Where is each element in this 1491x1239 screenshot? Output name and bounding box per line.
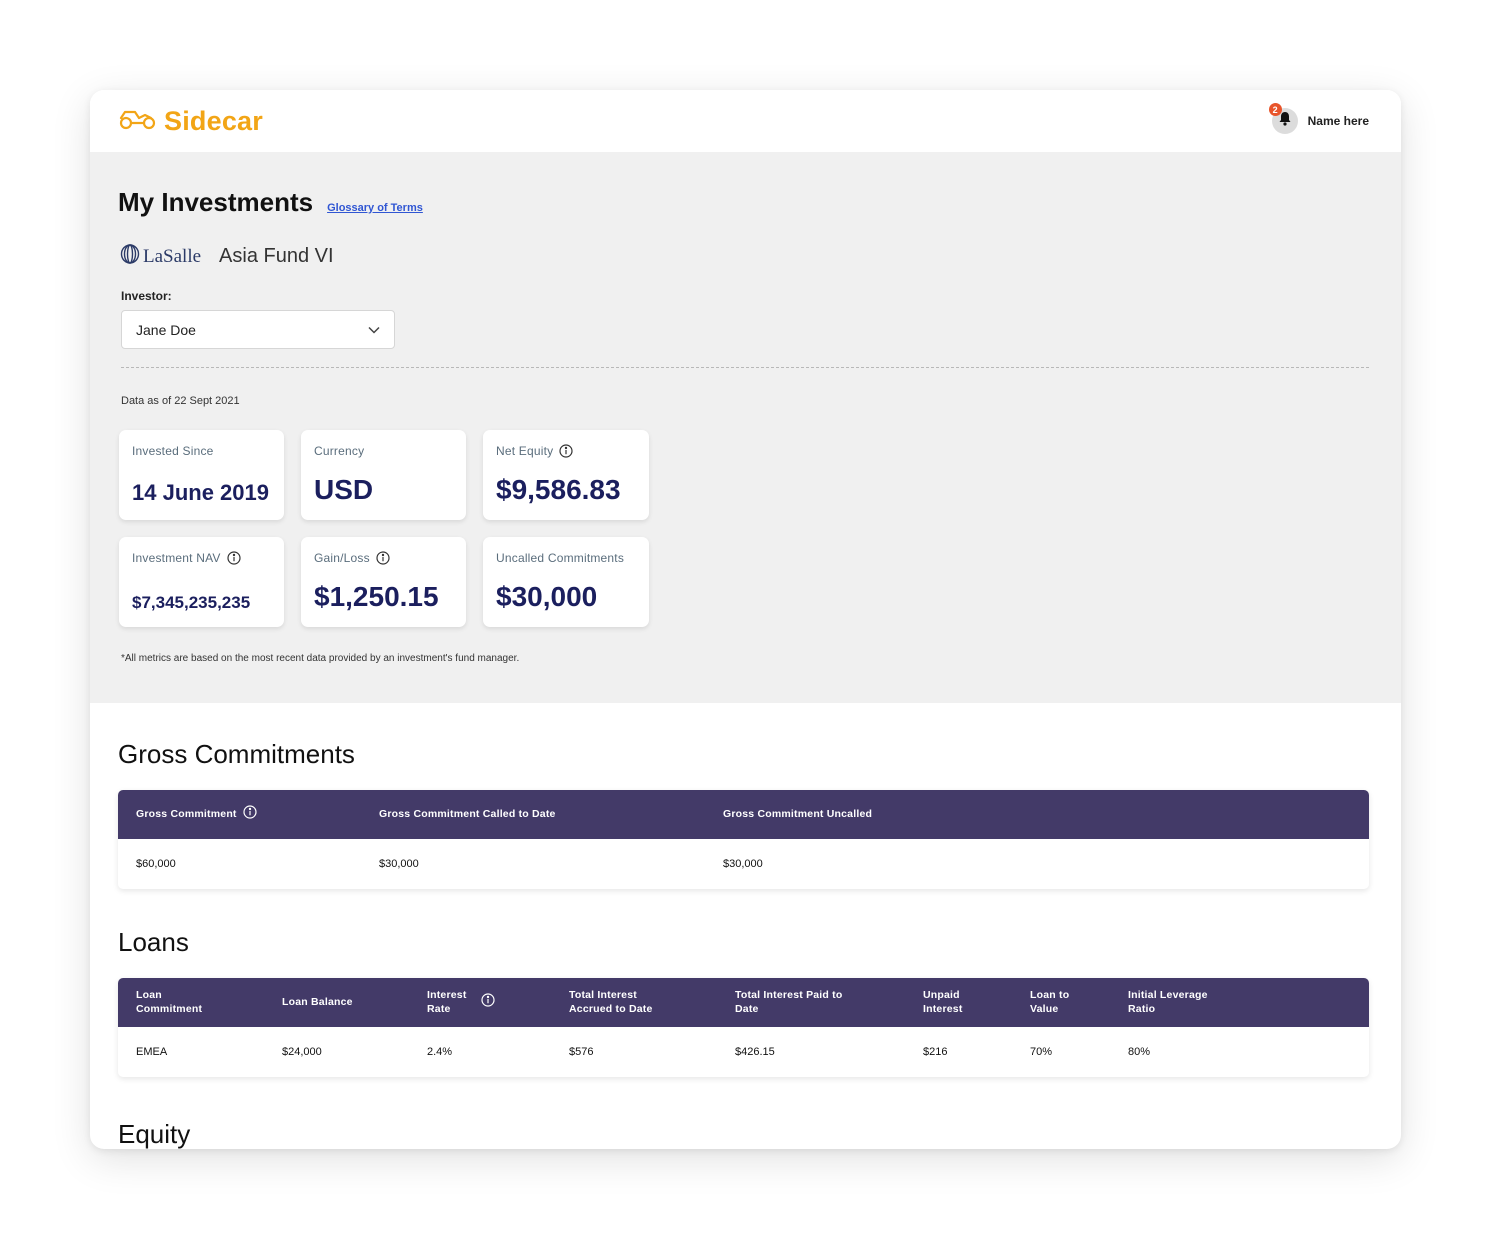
overview-section: My Investments Glossary of Terms LaSalle… — [90, 152, 1401, 703]
glossary-link[interactable]: Glossary of Terms — [327, 202, 423, 214]
fund-name: Asia Fund VI — [219, 245, 334, 267]
table-cell: $576 — [569, 1046, 594, 1058]
table-cell: $30,000 — [379, 858, 419, 870]
investor-selected-value: Jane Doe — [136, 321, 196, 338]
table-cell: 2.4% — [427, 1046, 453, 1058]
brand-logo[interactable]: Sidecar — [118, 106, 263, 137]
metric-value: $9,586.83 — [496, 474, 621, 505]
metric-value: $7,345,235,235 — [132, 593, 251, 612]
info-icon[interactable] — [243, 805, 257, 823]
details-section: Gross Commitments Gross Commitment Gross… — [90, 703, 1401, 1149]
loans-table: Loan Commitment Loan Balance Interest Ra… — [118, 978, 1369, 1077]
app-window: Sidecar 2 Name here My Investments Gloss… — [90, 90, 1401, 1149]
column-header: Total Interest Accrued to Date — [569, 989, 653, 1015]
gross-commitments-table: Gross Commitment Gross Commitment Called… — [118, 790, 1369, 889]
notification-badge: 2 — [1268, 103, 1282, 116]
metrics-footnote: *All metrics are based on the most recen… — [121, 653, 520, 664]
metric-label: Invested Since — [132, 444, 214, 458]
table-cell: 70% — [1030, 1046, 1053, 1058]
column-header: Loan Balance — [282, 995, 353, 1008]
chevron-down-icon — [368, 321, 380, 339]
notifications-button[interactable]: 2 — [1268, 103, 1298, 134]
metric-label: Uncalled Commitments — [496, 551, 625, 565]
metric-cards: Invested Since 14 June 2019 Currency USD… — [119, 430, 1369, 627]
column-header: Total Interest Paid to Date — [735, 989, 843, 1015]
table-cell: $30,000 — [723, 858, 763, 870]
section-divider — [121, 367, 1369, 368]
info-icon[interactable] — [376, 551, 390, 565]
user-menu[interactable]: 2 Name here — [1268, 103, 1369, 134]
metric-card-invested-since: Invested Since 14 June 2019 — [119, 430, 284, 520]
table-row: EMEA $24,000 2.4% $576 $426.15 $216 70% … — [118, 1027, 1369, 1077]
fund-header: LaSalle Asia Fund VI — [120, 244, 1369, 269]
metric-label: Net Equity — [496, 444, 554, 458]
table-cell: $216 — [923, 1046, 948, 1058]
table-cell: $426.15 — [735, 1046, 775, 1058]
metric-label: Currency — [314, 444, 365, 458]
metric-value: $30,000 — [496, 581, 598, 612]
info-icon[interactable] — [227, 551, 241, 565]
info-icon[interactable] — [559, 444, 573, 458]
table-row: $60,000 $30,000 $30,000 — [118, 839, 1369, 889]
column-header: Gross Commitment Uncalled — [723, 807, 873, 820]
metric-value: USD — [314, 474, 374, 505]
column-header: Loan Commitment — [136, 989, 203, 1015]
metric-card-gain-loss: Gain/Loss $1,250.15 — [301, 537, 466, 627]
gross-commitments-title: Gross Commitments — [118, 739, 355, 769]
lasalle-logo-text: LaSalle — [143, 245, 202, 267]
column-header: Interest Rate — [427, 989, 569, 1015]
investor-label: Investor: — [121, 289, 172, 303]
info-icon[interactable] — [481, 993, 495, 1011]
user-name[interactable]: Name here — [1308, 114, 1369, 128]
metric-value: 14 June 2019 — [132, 480, 269, 505]
metric-card-investment-nav: Investment NAV $7,345,235,235 — [119, 537, 284, 627]
metric-value: $1,250.15 — [314, 581, 439, 612]
investor-dropdown[interactable]: Jane Doe — [121, 310, 395, 349]
metric-card-uncalled-commitments: Uncalled Commitments $30,000 — [483, 537, 649, 627]
page-title: My Investments — [118, 187, 314, 217]
table-header: Loan Commitment Loan Balance Interest Ra… — [118, 978, 1369, 1027]
equity-title: Equity — [118, 1119, 191, 1149]
table-cell: 80% — [1128, 1046, 1151, 1058]
metric-label: Gain/Loss — [314, 551, 370, 565]
column-header: Unpaid Interest — [923, 989, 963, 1015]
metric-card-currency: Currency USD — [301, 430, 466, 520]
brand-name: Sidecar — [164, 105, 263, 136]
loans-title: Loans — [118, 927, 189, 957]
metric-card-net-equity: Net Equity $9,586.83 — [483, 430, 649, 520]
column-header: Gross Commitment — [136, 805, 379, 823]
lasalle-globe-icon — [120, 244, 140, 269]
lasalle-logo: LaSalle — [120, 244, 201, 269]
table-cell: $24,000 — [282, 1046, 322, 1058]
top-bar: Sidecar 2 Name here — [90, 90, 1401, 152]
table-cell: EMEA — [136, 1046, 168, 1058]
metric-label: Investment NAV — [132, 551, 221, 565]
column-header: Loan to Value — [1030, 989, 1070, 1015]
table-header: Gross Commitment Gross Commitment Called… — [118, 790, 1369, 839]
column-header: Initial Leverage Ratio — [1128, 989, 1208, 1015]
column-header: Gross Commitment Called to Date — [379, 807, 556, 820]
data-as-of: Data as of 22 Sept 2021 — [121, 395, 240, 407]
table-cell: $60,000 — [136, 858, 176, 870]
sidecar-logo-icon — [118, 107, 158, 136]
